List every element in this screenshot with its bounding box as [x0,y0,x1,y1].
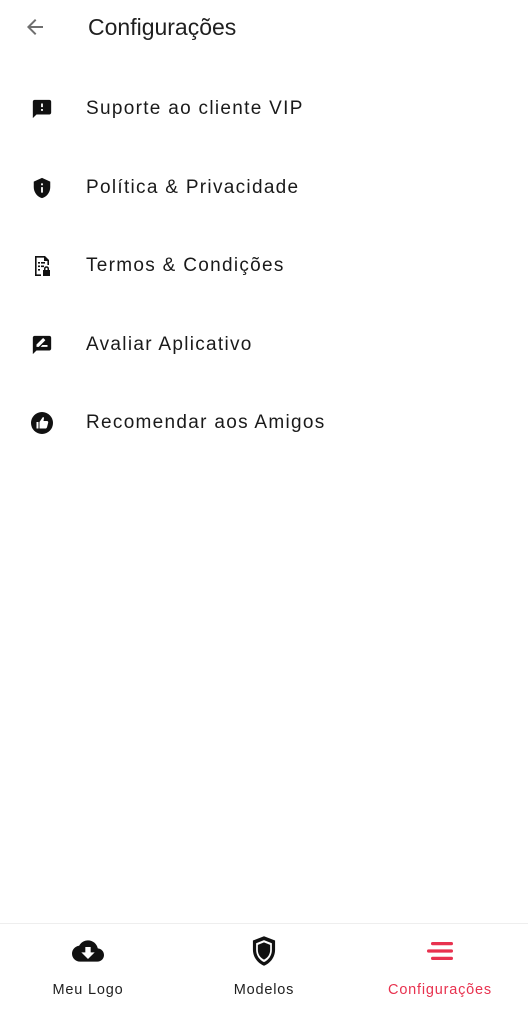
menu-item-label: Termos & Condições [86,255,285,277]
menu-item-label: Política & Privacidade [86,176,300,198]
nav-tab-modelos[interactable]: Modelos [176,924,352,1016]
nav-tab-meu-logo[interactable]: Meu Logo [0,924,176,1016]
chat-alert-icon [30,97,54,121]
shield-info-icon [30,176,54,200]
menu-item-vip-support[interactable]: Suporte ao cliente VIP [0,70,528,149]
menu-item-label: Suporte ao cliente VIP [86,98,304,120]
rate-review-icon [30,333,54,357]
page-title: Configurações [88,14,237,40]
back-button[interactable] [18,10,52,44]
bottom-navigation: Meu Logo Modelos Configurações [0,923,528,1016]
shield-badge-icon [247,934,281,968]
app-header: Configurações [0,0,528,56]
nav-label: Configurações [388,982,492,998]
nav-label: Meu Logo [52,982,124,998]
settings-menu: Suporte ao cliente VIP Política & Privac… [0,70,528,463]
nav-label: Modelos [233,982,295,998]
thumb-up-icon [30,411,54,435]
menu-lines-icon [423,934,457,968]
nav-tab-configuracoes[interactable]: Configurações [352,924,528,1016]
menu-item-privacy-policy[interactable]: Política & Privacidade [0,149,528,228]
menu-item-rate-app[interactable]: Avaliar Aplicativo [0,306,528,385]
menu-item-terms-conditions[interactable]: Termos & Condições [0,227,528,306]
cloud-download-icon [71,934,105,968]
menu-item-recommend-friends[interactable]: Recomendar aos Amigos [0,384,528,463]
menu-item-label: Recomendar aos Amigos [86,412,326,434]
menu-item-label: Avaliar Aplicativo [86,333,253,355]
arrow-left-icon [27,19,43,35]
document-lock-icon [30,254,54,278]
